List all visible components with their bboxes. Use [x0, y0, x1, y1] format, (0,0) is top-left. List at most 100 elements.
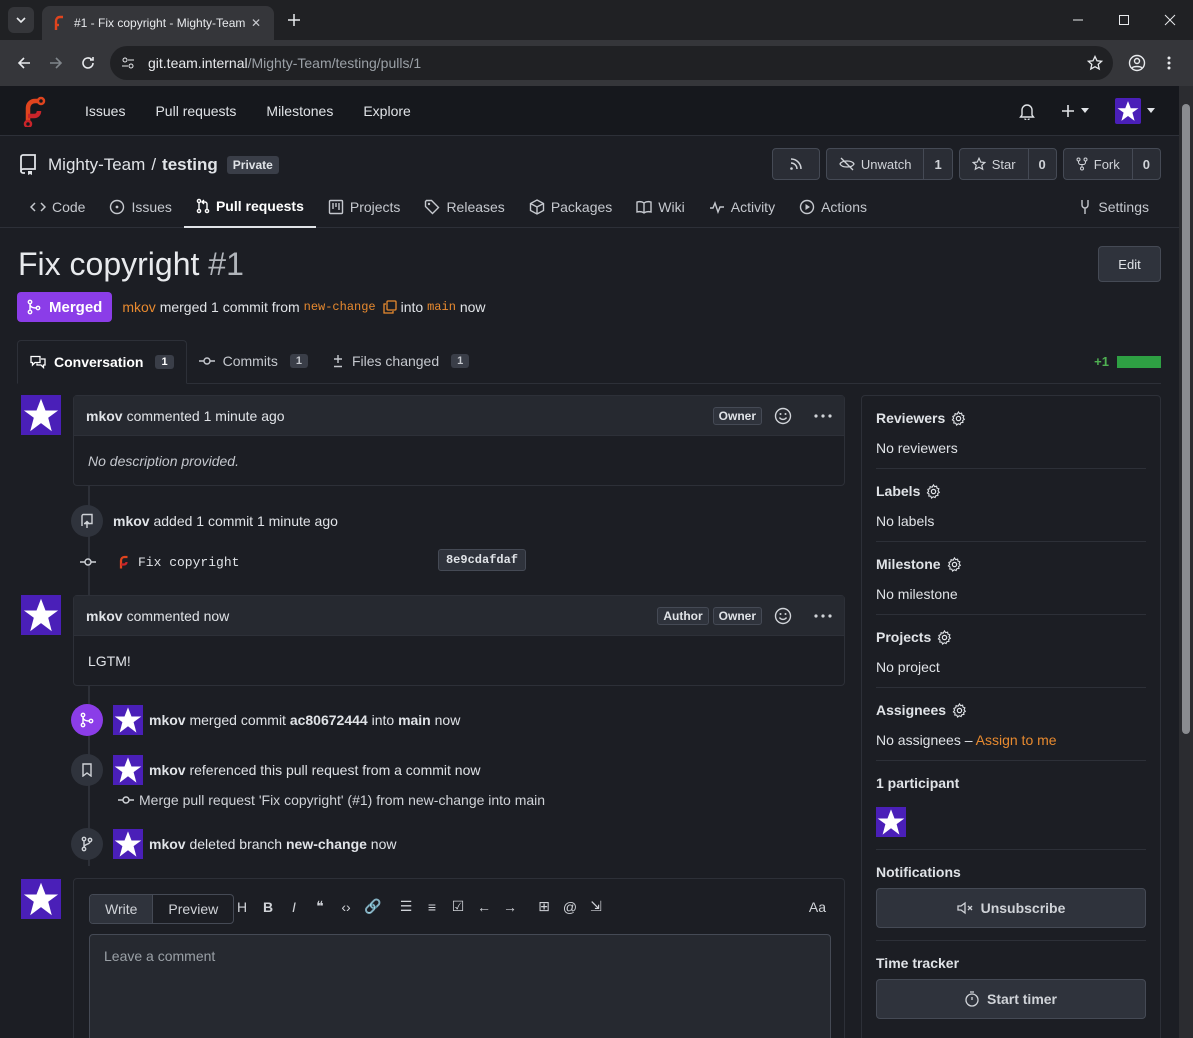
avatar[interactable] — [21, 395, 61, 435]
start-timer-button[interactable]: Start timer — [876, 979, 1146, 1019]
tab-settings[interactable]: Settings — [1066, 186, 1161, 228]
smiley-icon[interactable] — [774, 607, 792, 625]
numbered-list-icon[interactable]: ≡ — [424, 899, 440, 915]
copy-icon[interactable] — [382, 300, 397, 314]
avatar[interactable] — [113, 705, 143, 735]
star-count[interactable]: 0 — [1027, 149, 1056, 179]
head-branch-link[interactable]: new-change — [304, 300, 376, 314]
pr-author-link[interactable]: mkov — [122, 299, 155, 315]
watch-count[interactable]: 1 — [923, 149, 951, 179]
commit-message-link[interactable]: Fix copyright — [138, 555, 239, 570]
preview-tab[interactable]: Preview — [153, 895, 233, 923]
tab-issues[interactable]: Issues — [97, 186, 183, 228]
fork-count[interactable]: 0 — [1131, 149, 1160, 179]
address-bar[interactable]: git.team.internal/Mighty-Team/testing/pu… — [110, 46, 1113, 80]
avatar[interactable] — [21, 595, 61, 635]
merge-commit-link[interactable]: ac80672444 — [290, 712, 368, 728]
tab-actions[interactable]: Actions — [787, 186, 879, 228]
italic-icon[interactable]: I — [286, 899, 302, 915]
tab-wiki[interactable]: Wiki — [624, 186, 696, 228]
delete-author-link[interactable]: mkov — [149, 836, 186, 852]
browser-tab[interactable]: #1 - Fix copyright - Mighty-Team ✕ — [42, 6, 274, 40]
gear-icon[interactable] — [937, 629, 952, 645]
comment-textarea[interactable]: Leave a comment — [89, 934, 831, 1038]
tab-projects[interactable]: Projects — [316, 186, 413, 228]
avatar[interactable] — [113, 829, 143, 859]
gear-icon[interactable] — [952, 702, 967, 718]
link-icon[interactable]: 🔗 — [364, 898, 381, 915]
rss-feed-button[interactable] — [771, 148, 820, 180]
unindent-icon[interactable]: ← — [476, 899, 492, 915]
repo-owner-link[interactable]: Mighty-Team — [48, 155, 145, 175]
maximize-button[interactable] — [1101, 0, 1147, 40]
table-icon[interactable]: ⊞ — [536, 898, 552, 915]
tab-code[interactable]: Code — [18, 186, 97, 228]
page-scrollbar[interactable] — [1179, 86, 1193, 1038]
write-tab[interactable]: Write — [90, 895, 154, 923]
mention-icon[interactable]: @ — [562, 899, 578, 915]
bullet-list-icon[interactable]: ☰ — [398, 898, 414, 915]
participant-avatar[interactable] — [876, 807, 906, 837]
merge-author-link[interactable]: mkov — [149, 712, 186, 728]
back-button[interactable] — [8, 47, 40, 79]
monospace-toggle[interactable]: Aa — [809, 899, 826, 915]
repo-name-link[interactable]: testing — [162, 155, 218, 175]
commit-sha-button[interactable]: 8e9cdafdaf — [437, 549, 526, 571]
unsubscribe-button[interactable]: Unsubscribe — [876, 888, 1146, 928]
bell-icon[interactable] — [1019, 102, 1035, 120]
ref-commit-link[interactable]: Merge pull request 'Fix copyright' (#1) … — [139, 792, 545, 808]
gear-icon[interactable] — [947, 556, 962, 572]
reload-button[interactable] — [72, 47, 104, 79]
merge-branch-link[interactable]: main — [398, 712, 431, 728]
edit-title-button[interactable]: Edit — [1098, 246, 1161, 282]
new-tab-button[interactable] — [284, 10, 304, 30]
heading-icon[interactable]: H — [234, 899, 250, 915]
tab-releases[interactable]: Releases — [412, 186, 516, 228]
tab-packages[interactable]: Packages — [517, 186, 624, 228]
push-author-link[interactable]: mkov — [113, 513, 150, 529]
tab-files-changed[interactable]: Files changed 1 — [320, 339, 481, 383]
gear-icon[interactable] — [951, 410, 966, 426]
nav-issues[interactable]: Issues — [85, 103, 125, 119]
unwatch-button[interactable]: Unwatch 1 — [825, 148, 953, 180]
assign-to-me-link[interactable]: Assign to me — [976, 732, 1057, 748]
nav-milestones[interactable]: Milestones — [266, 103, 333, 119]
code-icon[interactable]: ‹› — [338, 899, 354, 915]
star-button[interactable]: Star 0 — [958, 148, 1057, 180]
task-list-icon[interactable]: ☑ — [450, 898, 466, 915]
base-branch-link[interactable]: main — [427, 300, 456, 314]
bookmark-star-icon[interactable] — [1087, 55, 1103, 71]
git-commit-icon — [198, 357, 215, 365]
create-new-menu[interactable] — [1061, 104, 1089, 118]
comment-author-link[interactable]: mkov — [86, 608, 123, 624]
user-menu[interactable] — [1115, 97, 1155, 124]
avatar[interactable] — [21, 879, 61, 919]
browser-menu-button[interactable] — [1153, 47, 1185, 79]
forward-button[interactable] — [40, 47, 72, 79]
scrollbar-thumb[interactable] — [1182, 104, 1190, 734]
close-tab-icon[interactable]: ✕ — [248, 16, 264, 30]
tab-conversation[interactable]: Conversation 1 — [17, 340, 187, 384]
minimize-button[interactable] — [1055, 0, 1101, 40]
comment-author-link[interactable]: mkov — [86, 408, 123, 424]
cross-reference-icon[interactable]: ⇲ — [588, 898, 604, 915]
smiley-icon[interactable] — [774, 407, 792, 425]
indent-icon[interactable]: → — [502, 899, 518, 915]
quote-icon[interactable]: ❝ — [312, 898, 328, 915]
fork-button[interactable]: Fork 0 — [1062, 148, 1161, 180]
kebab-horizontal-icon[interactable] — [814, 413, 832, 418]
kebab-horizontal-icon[interactable] — [814, 613, 832, 618]
gear-icon[interactable] — [926, 483, 941, 499]
tab-activity[interactable]: Activity — [697, 186, 787, 228]
avatar[interactable] — [113, 755, 143, 785]
close-window-button[interactable] — [1147, 0, 1193, 40]
bold-icon[interactable]: B — [260, 899, 276, 915]
ref-author-link[interactable]: mkov — [149, 762, 186, 778]
tab-search-button[interactable] — [8, 7, 34, 33]
tab-pull-requests[interactable]: Pull requests — [183, 186, 316, 228]
tab-commits[interactable]: Commits 1 — [187, 339, 320, 383]
nav-explore[interactable]: Explore — [363, 103, 410, 119]
profile-button[interactable] — [1121, 47, 1153, 79]
nav-pull-requests[interactable]: Pull requests — [155, 103, 236, 119]
forgejo-logo-icon[interactable] — [18, 95, 50, 127]
